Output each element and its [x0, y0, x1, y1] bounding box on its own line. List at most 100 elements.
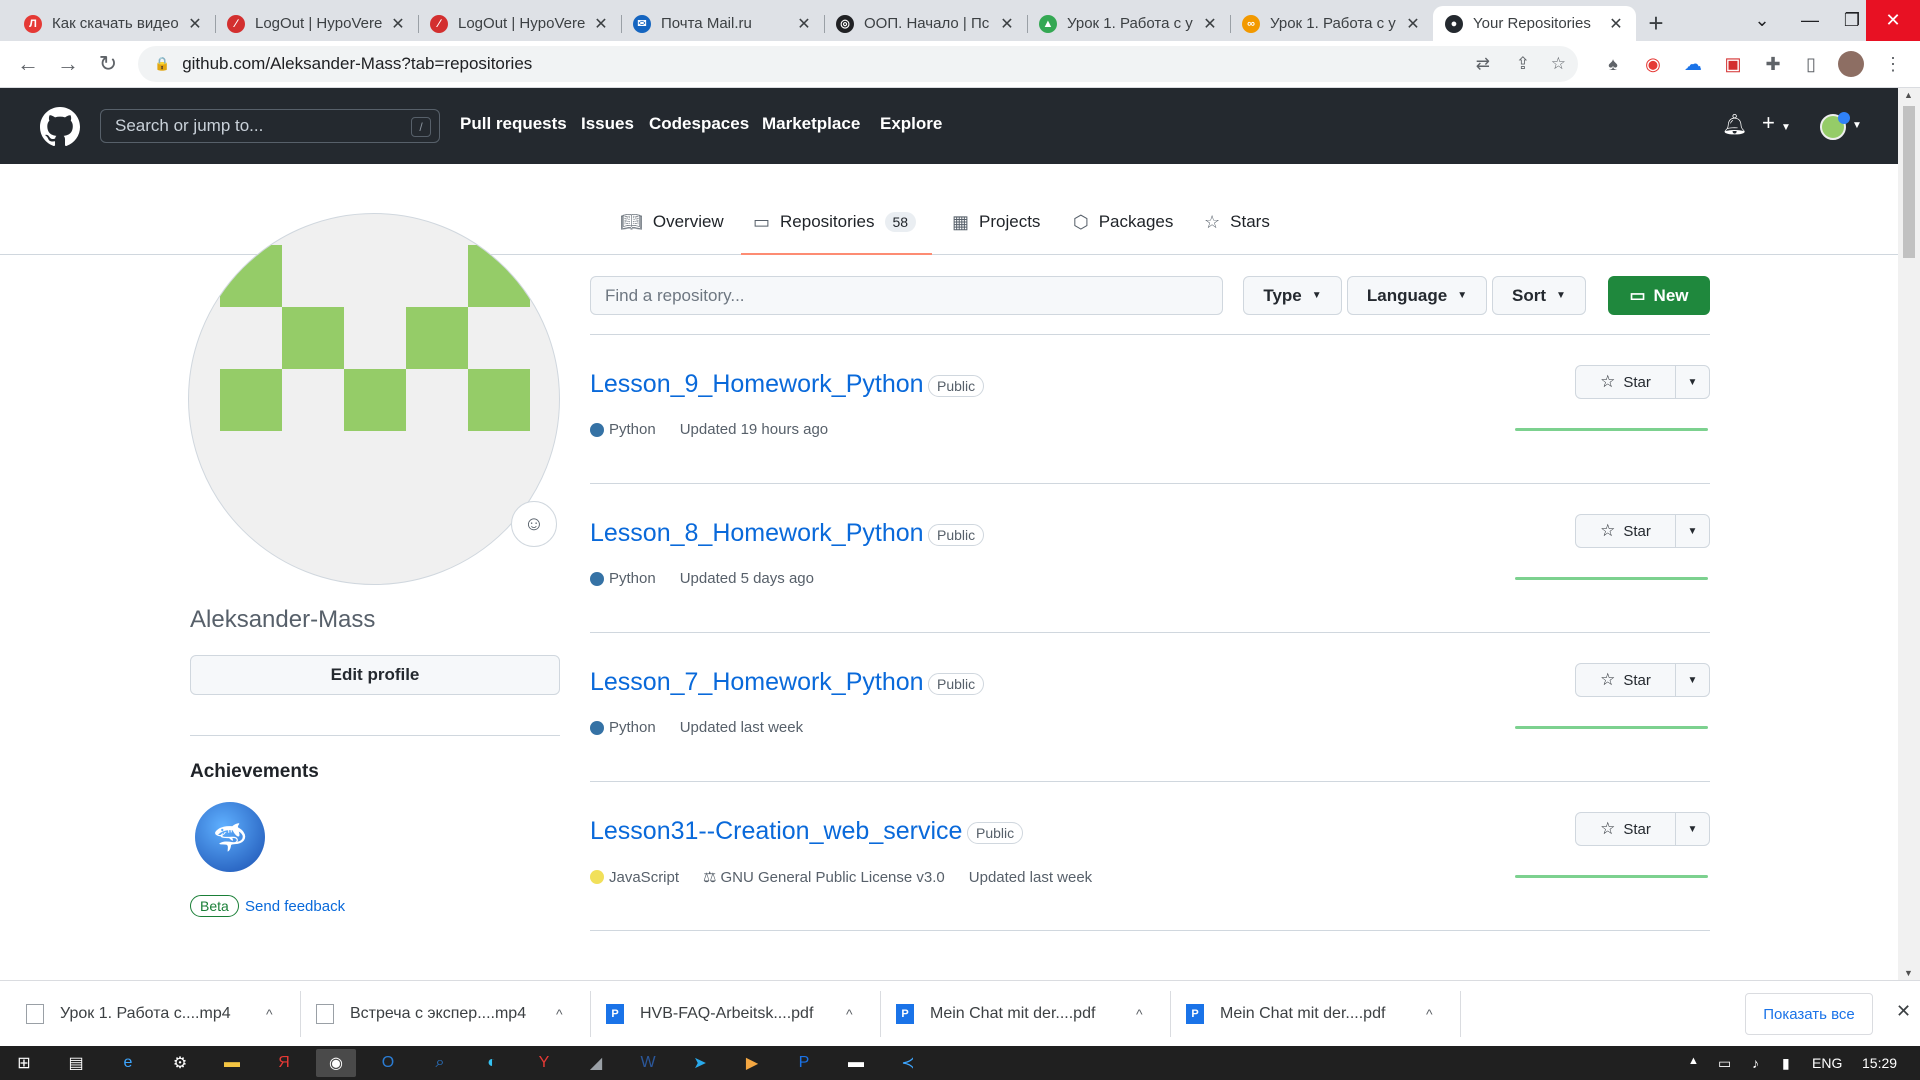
scroll-up-icon[interactable]: ▲ — [1904, 90, 1913, 100]
search-input[interactable]: Search or jump to... / — [100, 109, 440, 143]
browser-tab[interactable]: ∕ LogOut | HypoVere ✕ — [215, 6, 418, 41]
clock[interactable]: 15:29 — [1862, 1055, 1897, 1071]
new-tab-button[interactable]: + — [1636, 6, 1676, 41]
find-repository-input[interactable]: Find a repository... — [590, 276, 1223, 315]
pdf-reader-icon[interactable]: P — [784, 1049, 824, 1077]
tab-stars[interactable]: ☆ Stars — [1204, 212, 1270, 255]
set-status-smiley-icon[interactable]: ☺ — [511, 501, 557, 547]
close-window-icon[interactable]: ✕ — [1866, 0, 1920, 41]
app-icon[interactable]: ◢ — [576, 1049, 616, 1077]
repo-name-link[interactable]: Lesson_8_Homework_Python — [590, 519, 924, 548]
achievements-heading[interactable]: Achievements — [190, 761, 319, 783]
chevron-up-icon[interactable]: ^ — [556, 1006, 563, 1022]
terminal-icon[interactable]: ▬ — [836, 1049, 876, 1077]
browser-tab[interactable]: ▲ Урок 1. Работа с у ✕ — [1027, 6, 1230, 41]
tab-close-icon[interactable]: ✕ — [1608, 14, 1624, 34]
browser-tab[interactable]: Л Как скачать видео ✕ — [12, 6, 215, 41]
chrome-icon[interactable]: ◉ — [316, 1049, 356, 1077]
media-player-icon[interactable]: ▶ — [732, 1049, 772, 1077]
tab-close-icon[interactable]: ✕ — [1202, 14, 1218, 34]
tab-overview[interactable]: 📖︎ Overview — [620, 212, 724, 255]
star-list-dropdown-icon[interactable]: ▼ — [1676, 675, 1709, 686]
github-logo-icon[interactable] — [40, 107, 80, 147]
yandex-browser-icon[interactable]: Y — [524, 1049, 564, 1077]
tab-close-icon[interactable]: ✕ — [796, 14, 812, 34]
tab-close-icon[interactable]: ✕ — [187, 14, 203, 34]
tray-expand-icon[interactable]: ▲ — [1688, 1055, 1699, 1067]
repo-license[interactable]: GNU General Public License v3.0 — [720, 869, 944, 886]
browser-tab[interactable]: ∞ Урок 1. Работа с у ✕ — [1230, 6, 1433, 41]
language-filter-button[interactable]: Language ▼ — [1347, 276, 1487, 315]
language-indicator[interactable]: ENG — [1812, 1055, 1842, 1071]
chevron-up-icon[interactable]: ^ — [1426, 1006, 1433, 1022]
reload-icon[interactable]: ↻ — [88, 44, 128, 84]
browser-tab[interactable]: ∕ LogOut | HypoVere ✕ — [418, 6, 621, 41]
chevron-up-icon[interactable]: ^ — [846, 1006, 853, 1022]
star-button[interactable]: ☆ Star — [1576, 515, 1676, 547]
repo-name-link[interactable]: Lesson_7_Homework_Python — [590, 668, 924, 697]
avatar-caret-icon[interactable]: ▼ — [1852, 120, 1862, 131]
browser-tab[interactable]: ◎ ООП. Начало | Пс ✕ — [824, 6, 1027, 41]
star-button[interactable]: ☆ Star — [1576, 366, 1676, 398]
tab-projects[interactable]: ▦ Projects — [952, 212, 1040, 255]
show-all-downloads-button[interactable]: Показать все — [1745, 993, 1873, 1035]
side-panel-icon[interactable]: ▯ — [1798, 51, 1824, 77]
tab-packages[interactable]: ⬡ Packages — [1073, 212, 1173, 255]
task-view-icon[interactable]: ▤ — [56, 1049, 96, 1077]
repo-name-link[interactable]: Lesson31--Creation_web_service — [590, 817, 962, 846]
download-item[interactable]: Встреча с экспер....mp4 ^ — [316, 981, 563, 1047]
vscode-icon[interactable]: ≺ — [888, 1049, 928, 1077]
profile-avatar-icon[interactable] — [1838, 51, 1864, 77]
browser-tab[interactable]: ● Your Repositories ✕ — [1433, 6, 1636, 41]
battery-icon[interactable]: ▮ — [1782, 1055, 1790, 1072]
forward-icon[interactable]: → — [48, 44, 88, 84]
scrollbar-thumb[interactable] — [1903, 106, 1915, 258]
star-list-dropdown-icon[interactable]: ▼ — [1676, 526, 1709, 537]
download-item[interactable]: P HVB-FAQ-Arbeitsk....pdf ^ — [606, 981, 853, 1047]
nav-issues[interactable]: Issues — [581, 114, 634, 134]
share-icon[interactable]: ⇪ — [1516, 54, 1530, 74]
scroll-down-icon[interactable]: ▼ — [1904, 968, 1913, 978]
telegram-icon[interactable]: ➤ — [680, 1049, 720, 1077]
word-icon[interactable]: W — [628, 1049, 668, 1077]
sort-filter-button[interactable]: Sort ▼ — [1492, 276, 1586, 315]
profile-avatar[interactable] — [188, 213, 560, 585]
outlook-icon[interactable]: O — [368, 1049, 408, 1077]
windows-start-icon[interactable]: ⊞ — [4, 1049, 44, 1077]
download-item[interactable]: P Mein Chat mit der....pdf ^ — [896, 981, 1143, 1047]
file-explorer-icon[interactable]: ▬ — [212, 1049, 252, 1077]
tab-close-icon[interactable]: ✕ — [1405, 14, 1421, 34]
repo-name-link[interactable]: Lesson_9_Homework_Python — [590, 370, 924, 399]
star-list-dropdown-icon[interactable]: ▼ — [1676, 824, 1709, 835]
send-feedback-link[interactable]: Send feedback — [245, 898, 345, 915]
back-icon[interactable]: ← — [8, 44, 48, 84]
star-button[interactable]: ☆ Star — [1576, 664, 1676, 696]
download-item[interactable]: P Mein Chat mit der....pdf ^ — [1186, 981, 1433, 1047]
edge-icon[interactable]: ◐ — [472, 1049, 512, 1077]
cloud-icon[interactable]: ☁ — [1680, 51, 1706, 77]
nav-marketplace[interactable]: Marketplace — [762, 114, 860, 134]
search-app-icon[interactable]: ⌕ — [420, 1049, 460, 1077]
address-bar[interactable]: 🔒 github.com/Aleksander-Mass?tab=reposit… — [138, 46, 1578, 82]
menu-dots-icon[interactable]: ⋮ — [1880, 51, 1906, 77]
achievement-shark-badge-icon[interactable]: 🦈︎ — [195, 802, 265, 872]
yandex-icon[interactable]: Я — [264, 1049, 304, 1077]
notifications-bell-icon[interactable]: 🔔︎ — [1722, 112, 1747, 137]
nav-pull-requests[interactable]: Pull requests — [460, 114, 567, 134]
translate-icon[interactable]: ⇄ — [1476, 54, 1490, 74]
page-scrollbar[interactable]: ▲ ▼ — [1898, 88, 1920, 980]
nav-explore[interactable]: Explore — [880, 114, 942, 134]
new-repository-button[interactable]: ▭ New — [1608, 276, 1710, 315]
opera-icon[interactable]: ◉ — [1640, 51, 1666, 77]
close-shelf-icon[interactable]: ✕ — [1896, 1001, 1911, 1022]
chevron-up-icon[interactable]: ^ — [1136, 1006, 1143, 1022]
volume-icon[interactable]: ♪ — [1752, 1055, 1759, 1071]
bookmark-star-icon[interactable]: ☆ — [1551, 54, 1566, 74]
tab-close-icon[interactable]: ✕ — [390, 14, 406, 34]
tab-close-icon[interactable]: ✕ — [593, 14, 609, 34]
type-filter-button[interactable]: Type ▼ — [1243, 276, 1342, 315]
star-list-dropdown-icon[interactable]: ▼ — [1676, 377, 1709, 388]
settings-app-icon[interactable]: ⚙ — [160, 1049, 200, 1077]
network-icon[interactable]: ▭ — [1718, 1055, 1731, 1072]
chevron-up-icon[interactable]: ^ — [266, 1006, 273, 1022]
